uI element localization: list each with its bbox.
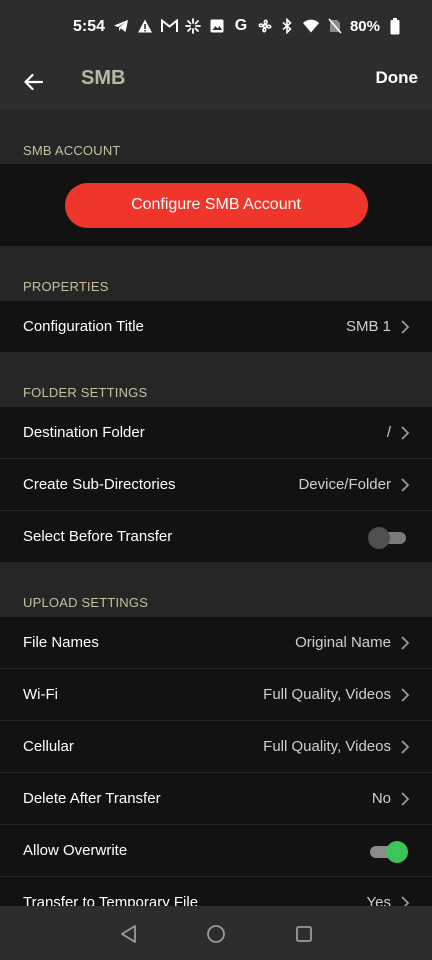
chevron-right-icon bbox=[401, 740, 410, 754]
chevron-right-icon bbox=[401, 478, 410, 492]
delete-after-transfer-row[interactable]: Delete After Transfer No bbox=[0, 772, 432, 824]
row-label: Transfer to Temporary File bbox=[23, 894, 199, 906]
row-label: Cellular bbox=[23, 738, 74, 755]
status-time: 5:54 bbox=[73, 18, 106, 35]
row-value: Device/Folder bbox=[298, 476, 391, 493]
recents-square-icon[interactable] bbox=[295, 925, 313, 943]
file-names-row[interactable]: File Names Original Name bbox=[0, 616, 432, 668]
row-label: Wi-Fi bbox=[23, 686, 58, 703]
row-label: Configuration Title bbox=[23, 318, 144, 335]
sparkle-icon bbox=[184, 17, 202, 35]
system-icons: 80% bbox=[278, 17, 404, 35]
home-circle-icon[interactable] bbox=[206, 924, 226, 944]
row-value: Full Quality, Videos bbox=[263, 686, 391, 703]
wifi-icon bbox=[302, 17, 320, 35]
allow-overwrite-toggle[interactable] bbox=[370, 841, 408, 863]
warning-icon bbox=[136, 17, 154, 35]
telegram-icon bbox=[112, 17, 130, 35]
system-nav-bar bbox=[0, 906, 432, 960]
allow-overwrite-row: Allow Overwrite bbox=[0, 824, 432, 876]
chevron-right-icon bbox=[401, 636, 410, 650]
notification-icons: G bbox=[112, 17, 274, 35]
section-header-smb-account: SMB ACCOUNT bbox=[23, 143, 121, 158]
battery-icon bbox=[386, 17, 404, 35]
app-bar: SMB Done bbox=[0, 56, 432, 110]
bluetooth-icon bbox=[278, 17, 296, 35]
transfer-to-temporary-file-row[interactable]: Transfer to Temporary File Yes bbox=[0, 876, 432, 906]
row-value: No bbox=[371, 790, 391, 807]
section-header-properties: PROPERTIES bbox=[23, 279, 109, 294]
row-value: Yes bbox=[366, 894, 391, 906]
done-button[interactable]: Done bbox=[376, 68, 419, 88]
create-sub-directories-row[interactable]: Create Sub-Directories Device/Folder bbox=[0, 458, 432, 510]
gmail-icon bbox=[160, 17, 178, 35]
row-label: Destination Folder bbox=[23, 424, 145, 441]
row-label: Create Sub-Directories bbox=[23, 476, 176, 493]
status-bar: 5:54 G 80% bbox=[0, 0, 432, 56]
select-before-transfer-row: Select Before Transfer bbox=[0, 510, 432, 562]
section-header-folder-settings: FOLDER SETTINGS bbox=[23, 385, 148, 400]
no-sim-icon bbox=[326, 17, 344, 35]
wifi-row[interactable]: Wi-Fi Full Quality, Videos bbox=[0, 668, 432, 720]
google-icon: G bbox=[234, 17, 248, 34]
chevron-right-icon bbox=[401, 792, 410, 806]
chevron-right-icon bbox=[401, 320, 410, 334]
back-button[interactable] bbox=[18, 64, 48, 100]
row-label: File Names bbox=[23, 634, 99, 651]
image-icon bbox=[208, 17, 226, 35]
configure-smb-account-button[interactable]: Configure SMB Account bbox=[64, 182, 368, 228]
back-triangle-icon[interactable] bbox=[119, 924, 139, 944]
settings-list[interactable]: SMB ACCOUNT Configure SMB Account PROPER… bbox=[0, 110, 432, 906]
page-title: SMB bbox=[81, 67, 126, 89]
row-label: Delete After Transfer bbox=[23, 790, 161, 807]
destination-folder-row[interactable]: Destination Folder / bbox=[0, 406, 432, 458]
row-label: Allow Overwrite bbox=[23, 842, 128, 859]
chevron-right-icon bbox=[401, 688, 410, 702]
arrow-left-icon bbox=[24, 73, 43, 91]
smb-account-block: Configure SMB Account bbox=[0, 164, 432, 246]
configuration-title-row[interactable]: Configuration Title SMB 1 bbox=[0, 300, 432, 352]
select-before-transfer-toggle[interactable] bbox=[368, 527, 406, 549]
row-label: Select Before Transfer bbox=[23, 528, 173, 545]
chevron-right-icon bbox=[401, 896, 410, 906]
section-header-upload-settings: UPLOAD SETTINGS bbox=[23, 595, 149, 610]
row-value: Full Quality, Videos bbox=[263, 738, 391, 755]
row-value: SMB 1 bbox=[345, 318, 391, 335]
battery-percent: 80% bbox=[349, 17, 380, 35]
cellular-row[interactable]: Cellular Full Quality, Videos bbox=[0, 720, 432, 772]
row-value: / bbox=[386, 424, 391, 441]
fan-icon bbox=[256, 17, 274, 35]
chevron-right-icon bbox=[401, 426, 410, 440]
row-value: Original Name bbox=[295, 634, 391, 651]
